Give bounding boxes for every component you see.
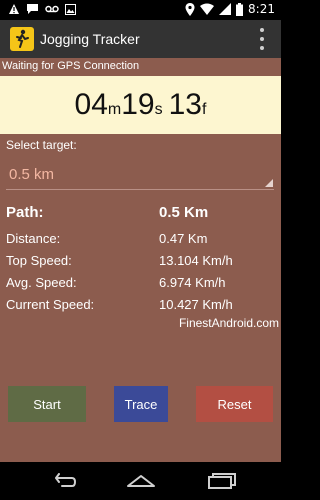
dropdown-caret-icon bbox=[265, 179, 273, 187]
top-speed-label: Top Speed: bbox=[6, 253, 72, 268]
current-speed-label: Current Speed: bbox=[6, 297, 95, 312]
credit-link[interactable]: FinestAndroid.com bbox=[179, 316, 279, 330]
stat-row-current-speed: Current Speed: 10.427 Km/h bbox=[6, 294, 278, 316]
back-icon[interactable] bbox=[44, 470, 80, 492]
location-icon bbox=[185, 2, 195, 16]
avg-speed-label: Avg. Speed: bbox=[6, 275, 77, 290]
trace-button[interactable]: Trace bbox=[114, 386, 168, 422]
timer-fraction-unit: f bbox=[202, 101, 207, 118]
voicemail-icon bbox=[45, 5, 59, 13]
app-title: Jogging Tracker bbox=[40, 31, 140, 47]
notification-icons bbox=[8, 3, 76, 15]
stopwatch-display: 04 m 19 s 13 f bbox=[75, 88, 207, 122]
select-target-label: Select target: bbox=[6, 138, 77, 152]
start-button[interactable]: Start bbox=[8, 386, 86, 422]
path-label: Path: bbox=[6, 204, 44, 221]
path-value: 0.5 Km bbox=[159, 204, 209, 221]
overflow-menu-icon[interactable] bbox=[257, 28, 267, 50]
chat-icon bbox=[27, 4, 38, 14]
reset-button[interactable]: Reset bbox=[196, 386, 273, 422]
timer-panel: 04 m 19 s 13 f bbox=[0, 76, 281, 134]
action-bar: Jogging Tracker bbox=[0, 20, 281, 58]
main-content: Waiting for GPS Connection 04 m 19 s 13 … bbox=[0, 58, 281, 462]
recents-icon[interactable] bbox=[204, 470, 240, 492]
target-spinner[interactable]: 0.5 km bbox=[6, 158, 274, 190]
stat-row-path: Path: 0.5 Km bbox=[6, 202, 278, 228]
target-selected-value: 0.5 km bbox=[9, 166, 55, 183]
timer-minutes: 04 bbox=[74, 88, 108, 121]
stat-row-distance: Distance: 0.47 Km bbox=[6, 228, 278, 250]
timer-minutes-unit: m bbox=[107, 101, 122, 118]
distance-label: Distance: bbox=[6, 231, 61, 246]
timer-seconds-unit: s bbox=[154, 101, 163, 118]
system-icons: 8:21 bbox=[185, 2, 275, 16]
stat-row-top-speed: Top Speed: 13.104 Km/h bbox=[6, 250, 278, 272]
runner-icon[interactable] bbox=[10, 27, 34, 51]
status-bar: 8:21 bbox=[0, 0, 281, 20]
home-icon[interactable] bbox=[123, 470, 159, 492]
battery-icon bbox=[236, 2, 244, 16]
stats-panel: Path: 0.5 Km Distance: 0.47 Km Top Speed… bbox=[6, 202, 278, 316]
timer-seconds: 19 bbox=[121, 88, 155, 121]
navigation-bar bbox=[0, 462, 281, 500]
wifi-icon bbox=[200, 3, 215, 15]
gps-status-text: Waiting for GPS Connection bbox=[2, 60, 140, 72]
gallery-icon bbox=[65, 3, 76, 15]
warning-icon bbox=[9, 4, 19, 14]
avg-speed-value: 6.974 Km/h bbox=[159, 275, 226, 290]
signal-icon bbox=[219, 3, 232, 15]
distance-value: 0.47 Km bbox=[159, 231, 208, 246]
stat-row-avg-speed: Avg. Speed: 6.974 Km/h bbox=[6, 272, 278, 294]
current-speed-value: 10.427 Km/h bbox=[159, 297, 233, 312]
timer-fraction: 13 bbox=[168, 88, 202, 121]
clock-time: 8:21 bbox=[248, 2, 275, 16]
top-speed-value: 13.104 Km/h bbox=[159, 253, 233, 268]
